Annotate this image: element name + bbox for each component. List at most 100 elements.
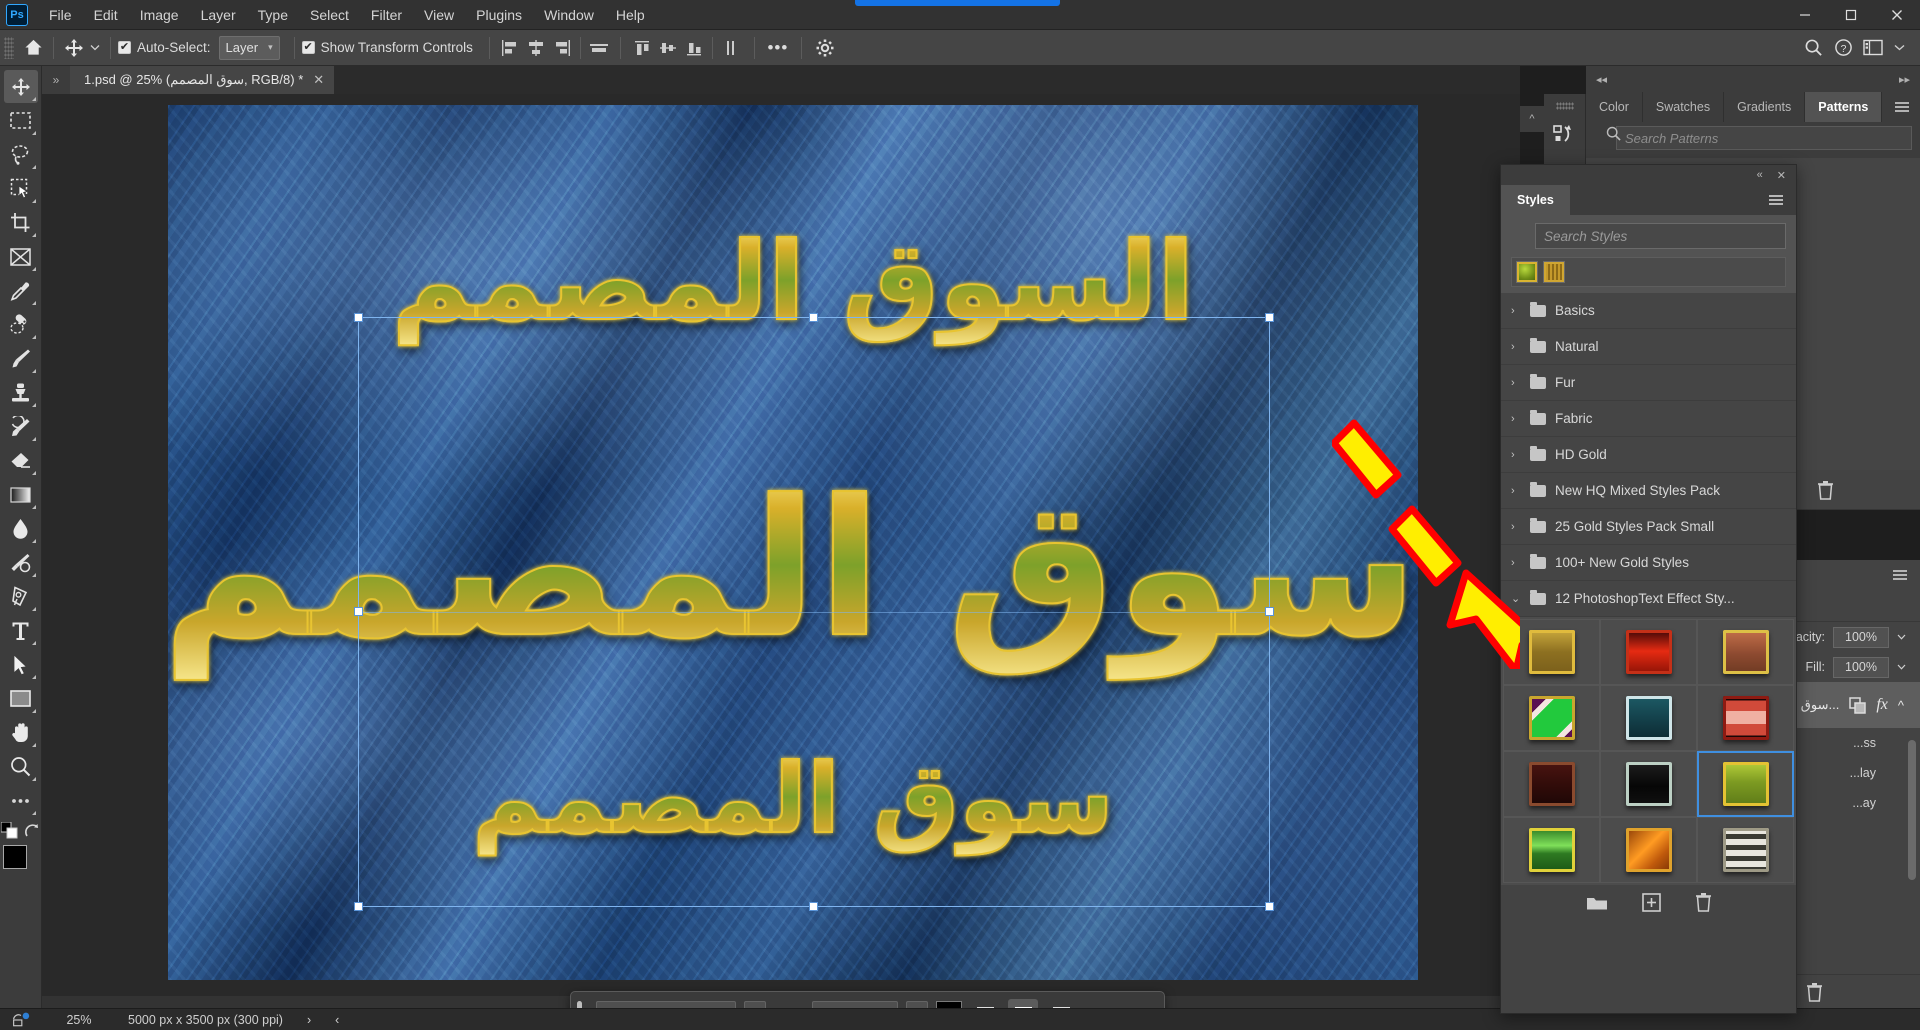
transform-handle-bottom-left[interactable] <box>354 902 363 911</box>
align-bottom-edges-icon[interactable] <box>681 35 707 61</box>
chevron-right-icon[interactable]: › <box>1511 449 1521 461</box>
align-horizontal-centers-icon[interactable] <box>523 35 549 61</box>
collapse-dock-icon[interactable]: ◂◂ <box>1596 73 1607 86</box>
opacity-dropdown-icon[interactable] <box>1897 634 1906 640</box>
crop-tool[interactable] <box>4 206 38 239</box>
style-thumb-11[interactable] <box>1600 817 1697 883</box>
minimize-button[interactable] <box>1782 0 1828 30</box>
menu-plugins[interactable]: Plugins <box>465 2 533 28</box>
tab-styles[interactable]: Styles <box>1501 185 1570 215</box>
pen-tool[interactable] <box>4 580 38 613</box>
patterns-search-input[interactable]: Search Patterns <box>1616 126 1912 150</box>
menu-type[interactable]: Type <box>247 2 299 28</box>
more-text-options-button[interactable]: ••• <box>1122 999 1152 1008</box>
styles-folder-fabric[interactable]: › Fabric <box>1501 401 1796 437</box>
edit-toolbar-button[interactable] <box>4 784 38 817</box>
styles-folder-100-plus-gold[interactable]: › 100+ New Gold Styles <box>1501 545 1796 581</box>
gear-icon[interactable] <box>812 35 838 61</box>
close-button[interactable] <box>1874 0 1920 30</box>
chevron-right-icon[interactable]: › <box>1511 413 1521 425</box>
warp-text-icon[interactable]: T <box>1084 999 1114 1008</box>
close-icon[interactable]: ✕ <box>1777 169 1786 182</box>
styles-folder-fur[interactable]: › Fur <box>1501 365 1796 401</box>
align-center-icon[interactable] <box>1008 999 1038 1008</box>
menu-view[interactable]: View <box>413 2 465 28</box>
font-size-dropdown-icon[interactable] <box>906 1001 928 1008</box>
new-style-icon[interactable] <box>1641 892 1661 912</box>
transform-handle-middle-right[interactable] <box>1265 607 1274 616</box>
transform-handle-top-right[interactable] <box>1265 313 1274 322</box>
frame-tool[interactable] <box>4 240 38 273</box>
dock-collapse-bar[interactable]: ◂◂ ▸▸ <box>1586 66 1920 92</box>
hud-drag-handle[interactable] <box>577 1001 582 1008</box>
menu-layer[interactable]: Layer <box>190 2 247 28</box>
swap-colors-icon[interactable] <box>24 823 40 839</box>
menu-select[interactable]: Select <box>299 2 360 28</box>
home-icon[interactable] <box>20 35 46 61</box>
menu-file[interactable]: File <box>38 2 83 28</box>
lasso-tool[interactable] <box>4 138 38 171</box>
show-transform-checkbox-box[interactable]: ✔ <box>301 41 315 54</box>
search-icon[interactable] <box>1800 35 1826 61</box>
distribute-horizontal-icon[interactable] <box>586 35 612 61</box>
fill-dropdown-icon[interactable] <box>1897 664 1906 670</box>
recent-style-swatch-1[interactable] <box>1516 261 1538 283</box>
menu-window[interactable]: Window <box>533 2 605 28</box>
collapse-icon[interactable]: « <box>1757 169 1763 181</box>
spot-healing-brush-tool[interactable] <box>4 308 38 341</box>
styles-folder-basics[interactable]: › Basics <box>1501 293 1796 329</box>
opacity-value[interactable]: 100% <box>1833 626 1889 648</box>
maximize-button[interactable] <box>1828 0 1874 30</box>
zoom-tool[interactable] <box>4 750 38 783</box>
eraser-tool[interactable] <box>4 444 38 477</box>
expand-dock-icon[interactable]: ▸▸ <box>1899 73 1910 86</box>
chevron-down-icon[interactable] <box>1890 35 1908 61</box>
transform-handle-top-left[interactable] <box>354 313 363 322</box>
document-tab[interactable]: 1.psd @ 25% (سوق المصمم, RGB/8) * ✕ <box>70 66 336 94</box>
blur-tool[interactable] <box>4 512 38 545</box>
share-icon[interactable] <box>0 1011 42 1029</box>
styles-folder-new-hq-mixed[interactable]: › New HQ Mixed Styles Pack <box>1501 473 1796 509</box>
history-brush-tool[interactable] <box>4 410 38 443</box>
chevron-right-icon[interactable]: › <box>1511 341 1521 353</box>
style-thumb-2[interactable] <box>1600 619 1697 685</box>
options-bar-grip[interactable] <box>4 36 14 59</box>
tool-preset-chevron-icon[interactable] <box>87 35 103 61</box>
foreground-background-colors[interactable] <box>2 845 39 881</box>
style-thumb-9-selected[interactable] <box>1697 751 1794 817</box>
styles-panel-menu-icon[interactable] <box>1756 185 1796 215</box>
tab-color[interactable]: Color <box>1586 92 1643 122</box>
font-size-field[interactable]: 440.13 pt <box>812 1001 898 1008</box>
delete-layer-icon[interactable] <box>1806 982 1823 1002</box>
zoom-level[interactable]: 25% <box>42 1013 116 1027</box>
brush-tool[interactable] <box>4 342 38 375</box>
chevron-right-icon[interactable]: › <box>1511 305 1521 317</box>
menu-image[interactable]: Image <box>129 2 190 28</box>
hand-tool[interactable] <box>4 716 38 749</box>
clone-stamp-tool[interactable] <box>4 376 38 409</box>
distribute-vertical-icon[interactable] <box>718 35 744 61</box>
chevron-down-icon[interactable]: ⌄ <box>1511 592 1521 605</box>
tab-gradients[interactable]: Gradients <box>1724 92 1806 122</box>
recent-style-swatch-2[interactable] <box>1543 261 1565 283</box>
gradient-tool[interactable] <box>4 478 38 511</box>
tab-swatches[interactable]: Swatches <box>1642 92 1725 122</box>
close-icon[interactable]: ✕ <box>313 72 324 88</box>
transform-handle-middle-left[interactable] <box>354 607 363 616</box>
canvas-area[interactable]: السوق المصمم سوق المصمم سوق المصمم Old A… <box>42 94 1520 1008</box>
delete-pattern-icon[interactable] <box>1817 480 1834 500</box>
font-family-dropdown-icon[interactable] <box>744 1001 766 1008</box>
rail-grip[interactable] <box>1555 102 1574 110</box>
delete-icon[interactable] <box>1695 892 1712 912</box>
chevron-right-icon[interactable]: › <box>1511 557 1521 569</box>
style-thumb-5[interactable] <box>1600 685 1697 751</box>
dodge-tool[interactable] <box>4 546 38 579</box>
text-options-hud[interactable]: Old Antic Decorati... TT 440.13 pt <box>570 991 1165 1008</box>
menu-edit[interactable]: Edit <box>83 2 129 28</box>
move-tool-icon[interactable] <box>61 35 87 61</box>
more-align-options-button[interactable]: ••• <box>765 35 791 61</box>
align-right-icon[interactable] <box>1046 999 1076 1008</box>
auto-select-scope-dropdown[interactable]: Layer ▾ <box>218 35 280 60</box>
artboard[interactable]: السوق المصمم سوق المصمم سوق المصمم <box>168 105 1418 980</box>
style-thumb-3[interactable] <box>1697 619 1794 685</box>
